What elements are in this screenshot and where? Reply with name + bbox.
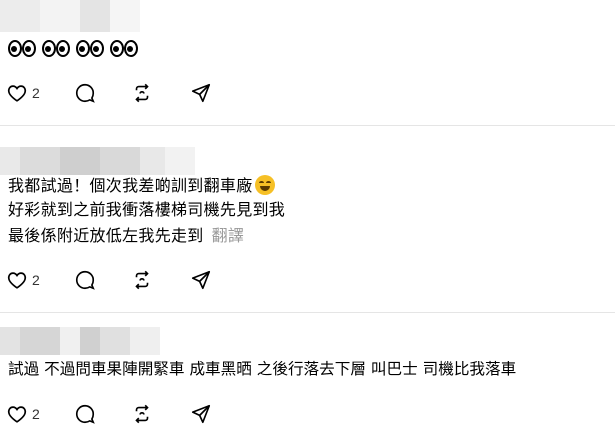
eyes-emoji [42, 38, 70, 60]
eyes-emoji [8, 38, 36, 60]
blurred-username [0, 147, 195, 175]
eyes-emoji [76, 38, 104, 60]
comment-icon [75, 270, 95, 290]
post-text: 👀👀👀👀 [8, 38, 144, 60]
translate-link[interactable]: 翻譯 [212, 226, 245, 245]
repost-button[interactable] [131, 81, 153, 105]
post-text: 試過 不過問車果陣開緊車 成車黑晒 之後行落去下層 叫巴士 司機比我落車 [8, 360, 517, 378]
repost-button[interactable] [131, 268, 153, 292]
divider [0, 125, 615, 126]
send-icon [191, 404, 211, 424]
post-text-line-1: 我都試過！個次我差啲訓到翻車廠 [8, 175, 275, 197]
like-button[interactable]: 2 [6, 402, 40, 426]
heart-icon [7, 272, 27, 289]
repost-icon [135, 270, 149, 290]
repost-icon [135, 404, 149, 424]
heart-icon [7, 406, 27, 423]
comment-icon [75, 83, 95, 103]
share-button[interactable] [190, 81, 212, 105]
heart-icon [7, 85, 27, 102]
like-button[interactable]: 2 [6, 81, 40, 105]
like-button[interactable]: 2 [6, 268, 40, 292]
post-text-line-2: 好彩就到之前我衝落樓梯司機先見到我 [8, 200, 286, 219]
blurred-username [0, 327, 160, 355]
send-icon [191, 83, 211, 103]
reply-button[interactable] [74, 402, 96, 426]
eyes-emoji [110, 38, 138, 60]
like-count: 2 [32, 272, 40, 288]
repost-button[interactable] [131, 402, 153, 426]
post-text-line-3: 最後係附近放低左我先走到 翻譯 [8, 226, 245, 245]
reply-button[interactable] [74, 268, 96, 292]
share-button[interactable] [190, 268, 212, 292]
laughing-emoji [254, 175, 275, 195]
repost-icon [135, 83, 149, 103]
share-button[interactable] [190, 402, 212, 426]
blurred-username [0, 0, 140, 32]
like-count: 2 [32, 406, 40, 422]
divider [0, 312, 615, 313]
like-count: 2 [32, 85, 40, 101]
send-icon [191, 270, 211, 290]
comment-icon [75, 404, 95, 424]
reply-button[interactable] [74, 81, 96, 105]
